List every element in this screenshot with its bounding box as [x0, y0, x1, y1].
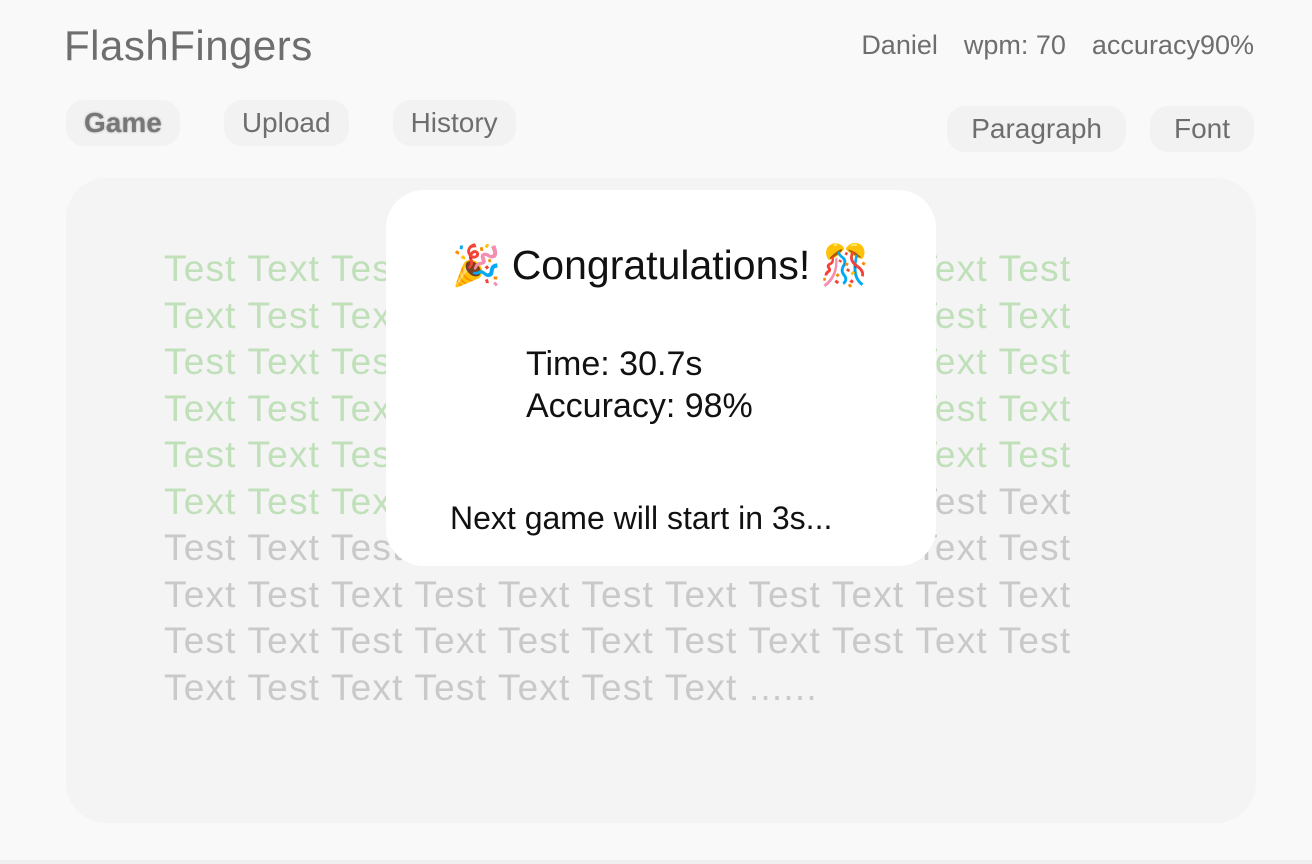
results-modal: 🎉 Congratulations! 🎊 Time: 30.7s Accurac…: [386, 190, 936, 566]
user-name: Daniel: [861, 30, 938, 60]
game-options: Paragraph Font: [947, 106, 1254, 152]
modal-title-row: 🎉 Congratulations! 🎊: [386, 242, 936, 289]
paragraph-button[interactable]: Paragraph: [947, 106, 1126, 152]
tab-upload[interactable]: Upload: [223, 100, 349, 146]
main-nav: Game Upload History: [66, 100, 516, 146]
bottom-divider: [0, 860, 1312, 864]
passage-line: Test Text Test Text Test Text Test Text …: [164, 620, 1072, 661]
tab-history[interactable]: History: [392, 100, 516, 146]
typed-segment: Text Test Text: [164, 480, 404, 522]
party-popper-icon: 🎉: [451, 243, 502, 288]
modal-title: Congratulations!: [511, 242, 811, 288]
next-game-countdown: Next game will start in 3s...: [450, 500, 833, 536]
result-time: Time: 30.7s: [526, 345, 703, 383]
user-stats: Daniel wpm: 70 accuracy90%: [861, 30, 1254, 61]
accuracy-stat: accuracy90%: [1091, 30, 1254, 60]
tab-game[interactable]: Game: [66, 100, 180, 146]
passage-line: Text Test Text Test Text Test Text Test …: [164, 573, 1072, 615]
wpm-stat: wpm: 70: [963, 30, 1066, 60]
app-root: FlashFingers Daniel wpm: 70 accuracy90% …: [0, 0, 1312, 864]
result-accuracy: Accuracy: 98%: [526, 387, 753, 425]
confetti-ball-icon: 🎊: [820, 243, 871, 288]
app-title: FlashFingers: [64, 22, 313, 69]
font-button[interactable]: Font: [1149, 106, 1254, 152]
passage-line: Text Test Text Test Text Test Text .....…: [164, 666, 818, 708]
